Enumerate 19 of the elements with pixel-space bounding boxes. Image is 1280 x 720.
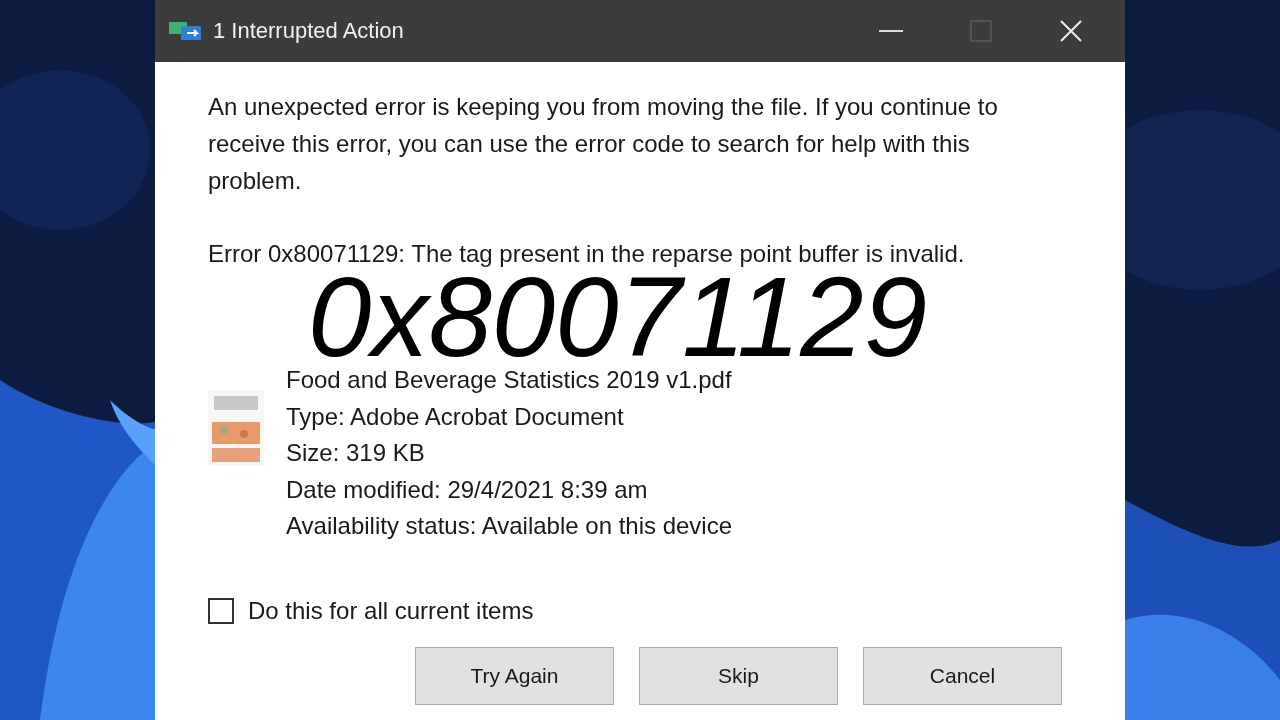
checkbox[interactable] bbox=[208, 597, 234, 624]
pdf-file-icon bbox=[208, 390, 264, 466]
error-message: An unexpected error is keeping you from moving the file. If you continue to receive this error, you can use the error code to search for help with this problem. bbox=[208, 92, 999, 196]
minimize-icon bbox=[879, 30, 903, 32]
dialog-button[interactable]: Cancel bbox=[863, 646, 1062, 705]
dialog-button[interactable]: Skip bbox=[639, 646, 838, 705]
file-detail: Type: Adobe Acrobat Document bbox=[286, 401, 625, 432]
file-detail: Date modified: 29/4/2021 8:39 am bbox=[286, 474, 649, 505]
transfer-icon bbox=[169, 20, 203, 42]
dialog-button[interactable]: Try Again bbox=[415, 646, 614, 705]
close-icon bbox=[1059, 19, 1083, 43]
file-name: Food and Beverage Statistics 2019 v1.pdf bbox=[286, 365, 733, 395]
error-code-text: Error 0x80071129: The tag present in the reparse point buffer is invalid. bbox=[208, 239, 966, 269]
file-detail: Size: 319 KB bbox=[286, 438, 426, 468]
file-detail: Availability status: Available on this device bbox=[286, 511, 733, 541]
overlay-caption: 0x80071129 bbox=[308, 272, 928, 362]
checkbox-label: Do this for all current items bbox=[248, 596, 534, 625]
maximize-icon bbox=[970, 20, 992, 42]
window-title: 1 Interrupted Action bbox=[213, 18, 405, 44]
